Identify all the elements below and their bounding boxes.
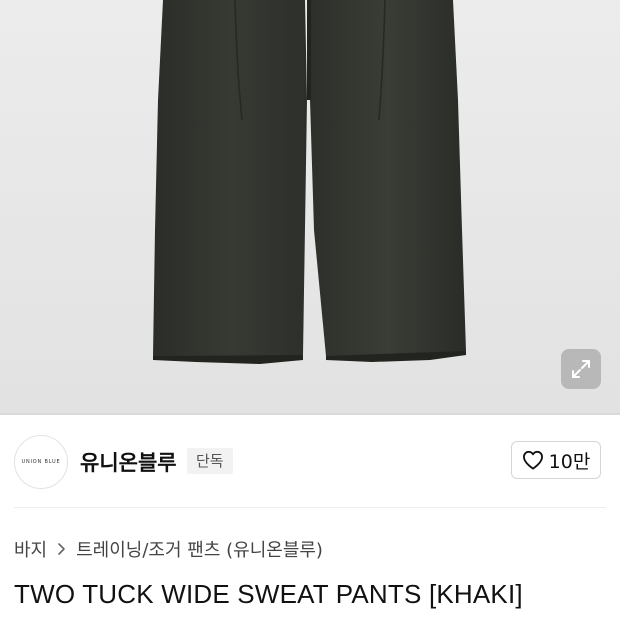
brand-logo-text: UNION BLUE: [21, 459, 61, 465]
expand-arrows-icon: [572, 360, 590, 378]
brand-logo[interactable]: UNION BLUE: [14, 435, 68, 489]
section-divider: [14, 507, 606, 508]
like-count: 10만: [548, 450, 591, 473]
brand-row: UNION BLUE 유니온블루 단독 10만: [0, 415, 620, 507]
product-title: TWO TUCK WIDE SWEAT PANTS [KHAKI]: [14, 579, 523, 609]
like-button[interactable]: 10만: [511, 441, 601, 479]
brand-name[interactable]: 유니온블루: [80, 447, 177, 477]
breadcrumb-subcategory[interactable]: 트레이닝/조거 팬츠 (유니온블루): [76, 536, 323, 562]
breadcrumb: 바지 트레이닝/조거 팬츠 (유니온블루): [14, 536, 323, 562]
product-photo: [153, 0, 466, 364]
heart-outline-icon: [522, 450, 543, 470]
breadcrumb-category[interactable]: 바지: [14, 536, 47, 562]
zoom-button[interactable]: [561, 349, 601, 389]
product-image[interactable]: [0, 0, 620, 413]
exclusive-badge: 단독: [187, 448, 233, 474]
chevron-right-icon: [58, 543, 65, 555]
